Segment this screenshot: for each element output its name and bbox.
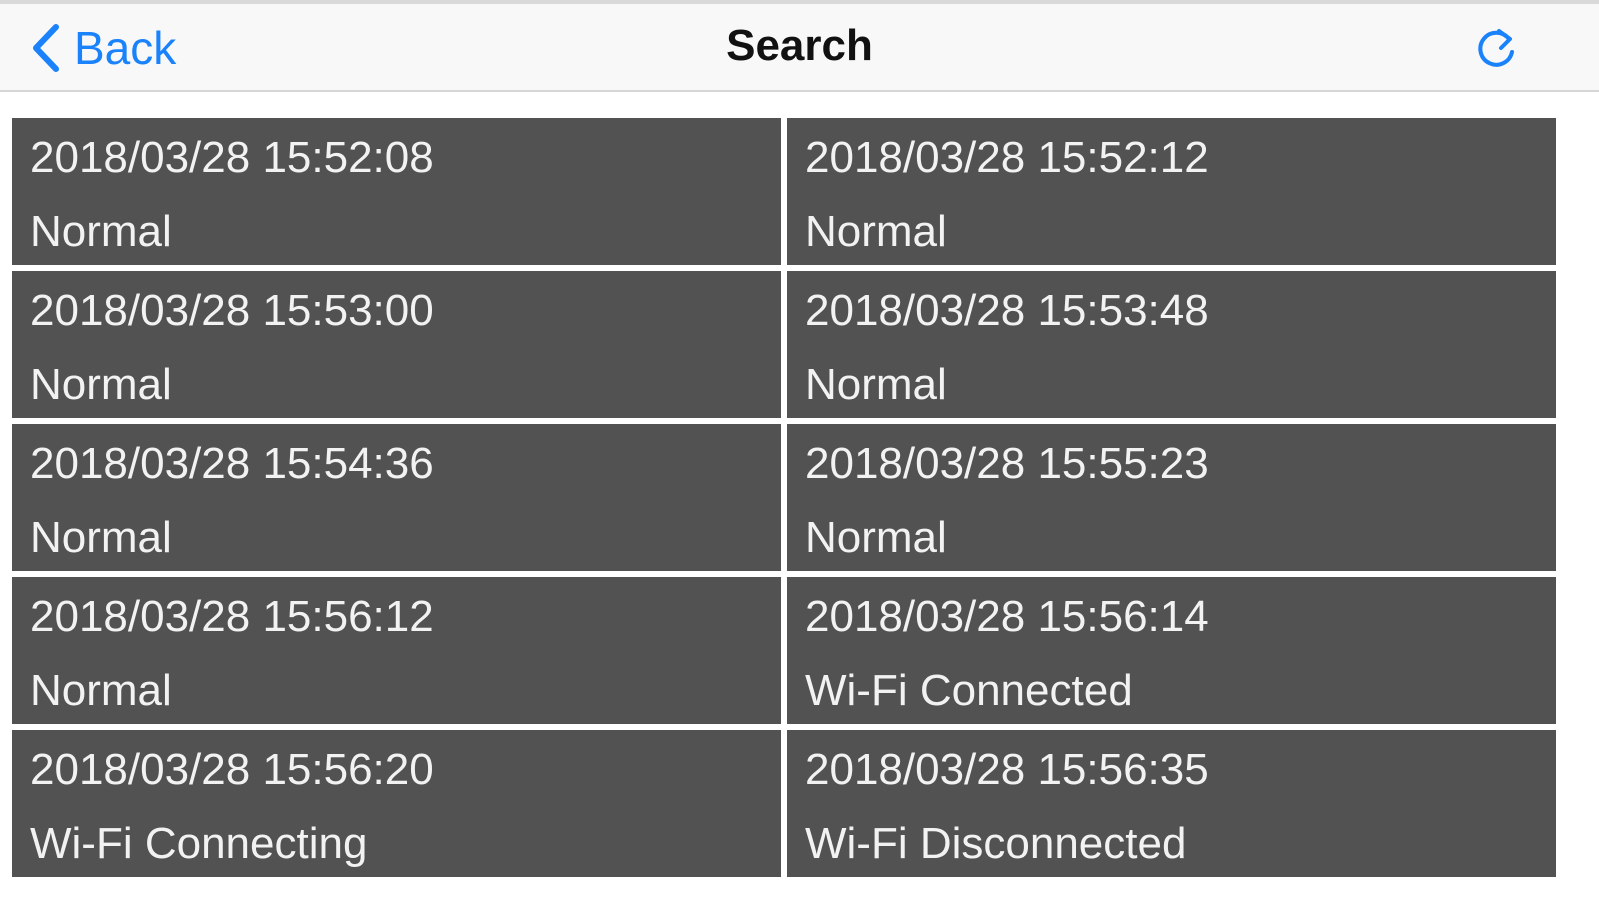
record-status: Normal [30, 513, 172, 562]
record-time: 2018/03/28 15:56:14 [805, 592, 1209, 641]
record-status: Normal [805, 360, 947, 409]
record-cell[interactable]: 2018/03/28 15:56:14 Wi-Fi Connected [787, 577, 1556, 724]
records-grid: 2018/03/28 15:52:08 Normal 2018/03/28 15… [12, 118, 1586, 877]
record-status: Wi-Fi Connecting [30, 819, 368, 868]
record-cell[interactable]: 2018/03/28 15:56:12 Normal [12, 577, 781, 724]
record-time: 2018/03/28 15:55:23 [805, 439, 1209, 488]
record-time: 2018/03/28 15:53:00 [30, 286, 434, 335]
refresh-icon [1468, 29, 1524, 82]
navigation-bar: Back Search [0, 4, 1599, 92]
record-cell[interactable]: 2018/03/28 15:53:48 Normal [787, 271, 1556, 418]
record-cell[interactable]: 2018/03/28 15:55:23 Normal [787, 424, 1556, 571]
record-time: 2018/03/28 15:56:35 [805, 745, 1209, 794]
record-cell[interactable]: 2018/03/28 15:53:00 Normal [12, 271, 781, 418]
record-time: 2018/03/28 15:56:20 [30, 745, 434, 794]
record-status: Normal [805, 207, 947, 256]
record-status: Wi-Fi Connected [805, 666, 1133, 715]
record-status: Normal [805, 513, 947, 562]
refresh-button[interactable] [1468, 22, 1524, 78]
record-status: Wi-Fi Disconnected [805, 819, 1187, 868]
record-cell[interactable]: 2018/03/28 15:52:12 Normal [787, 118, 1556, 265]
record-cell[interactable]: 2018/03/28 15:52:08 Normal [12, 118, 781, 265]
record-time: 2018/03/28 15:54:36 [30, 439, 434, 488]
record-time: 2018/03/28 15:52:12 [805, 133, 1209, 182]
record-time: 2018/03/28 15:52:08 [30, 133, 434, 182]
record-cell[interactable]: 2018/03/28 15:54:36 Normal [12, 424, 781, 571]
record-time: 2018/03/28 15:56:12 [30, 592, 434, 641]
record-cell[interactable]: 2018/03/28 15:56:20 Wi-Fi Connecting [12, 730, 781, 877]
record-status: Normal [30, 666, 172, 715]
record-status: Normal [30, 207, 172, 256]
record-cell[interactable]: 2018/03/28 15:56:35 Wi-Fi Disconnected [787, 730, 1556, 877]
page-title: Search [726, 21, 873, 70]
record-status: Normal [30, 360, 172, 409]
record-time: 2018/03/28 15:53:48 [805, 286, 1209, 335]
